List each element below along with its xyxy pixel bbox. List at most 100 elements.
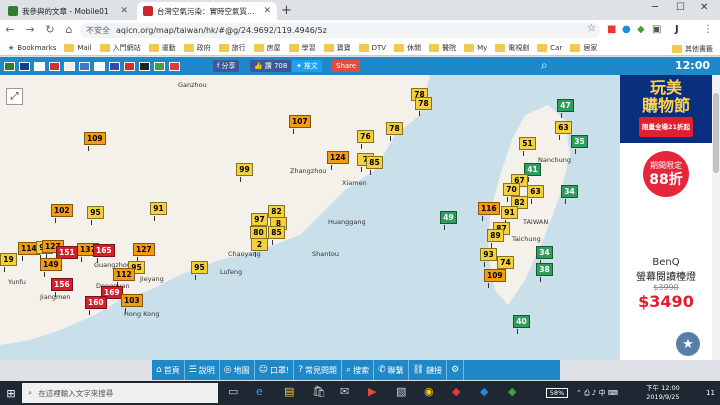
flag-icon[interactable] [124, 61, 135, 71]
aqi-station-marker[interactable]: 38 [536, 263, 553, 282]
task-view-icon[interactable]: ▭ [228, 385, 238, 398]
aqi-station-marker[interactable]: 19 [0, 253, 17, 272]
aqi-station-marker[interactable]: 95 [87, 206, 104, 225]
flag-icon[interactable] [79, 61, 90, 71]
bookmark-folder[interactable]: 電視劇 [495, 43, 529, 53]
battery-indicator[interactable]: 58% [546, 388, 568, 398]
aqi-station-marker[interactable]: 165 [93, 244, 115, 263]
aqi-station-marker[interactable]: 102 [51, 204, 73, 223]
aqi-station-marker[interactable]: 78 [415, 97, 432, 116]
aqi-station-marker[interactable]: 95 [191, 261, 208, 280]
fullscreen-button[interactable]: ⤢ [6, 88, 23, 105]
mail-icon[interactable]: ✉ [340, 385, 349, 398]
bookmark-folder[interactable]: 房屋 [253, 43, 281, 53]
aqi-station-marker[interactable]: 112 [113, 268, 135, 287]
extension-icon[interactable]: ● [622, 24, 631, 35]
media-icon[interactable]: ▶ [368, 385, 376, 398]
app-icon[interactable]: ◆ [452, 385, 460, 398]
tab-aqicn[interactable]: 台灣空氣污染：實時空氣質量指數地 ✕ [137, 2, 277, 20]
menu-icon[interactable]: ⋮ [703, 24, 713, 35]
bottom-nav-item[interactable]: ◎ 地圖 [220, 360, 255, 380]
bookmark-folder[interactable]: 居家 [570, 43, 597, 53]
aqi-station-marker[interactable]: 74 [497, 256, 514, 275]
favorite-star-button[interactable]: ★ [676, 332, 700, 356]
aqi-station-marker[interactable]: 70 [503, 183, 520, 202]
flag-icon[interactable] [49, 61, 60, 71]
bottom-nav-item[interactable]: ? 常見問題 [294, 360, 343, 380]
maximize-icon[interactable]: ☐ [676, 2, 685, 13]
aqi-station-marker[interactable]: 2 [251, 238, 268, 257]
bottom-nav-item[interactable]: ⛓ 鏈接 [409, 360, 448, 380]
taskbar-search-input[interactable]: ⌕ 在這裡輸入文字來搜尋 [22, 383, 218, 403]
app-icon[interactable]: ◆ [508, 385, 516, 398]
aqi-station-marker[interactable]: 35 [571, 135, 588, 154]
flag-icon[interactable] [94, 61, 105, 71]
bottom-nav-item[interactable]: ✆ 聯繫 [374, 360, 409, 380]
bottom-nav-item[interactable]: ⚙ [447, 360, 465, 380]
edge-icon[interactable]: e [256, 385, 263, 398]
aqi-station-marker[interactable]: 76 [357, 130, 374, 149]
aqi-station-marker[interactable]: 89 [487, 229, 504, 248]
aqi-station-marker[interactable]: 107 [289, 115, 311, 134]
notification-badge[interactable]: 11 [706, 389, 715, 397]
aqi-station-marker[interactable]: 63 [527, 185, 544, 204]
bottom-nav-item[interactable]: ⌕ 搜索 [342, 360, 375, 380]
file-explorer-icon[interactable]: ▤ [284, 385, 294, 398]
bottom-nav-item[interactable]: ⌂ 首頁 [152, 360, 185, 380]
extension-icon[interactable]: ■ [607, 24, 616, 35]
aqi-station-marker[interactable]: 63 [555, 121, 572, 140]
aqi-station-marker[interactable]: 109 [84, 132, 106, 151]
aqi-station-marker[interactable]: 34 [536, 246, 553, 265]
aqi-station-marker[interactable]: 127 [133, 243, 155, 262]
aqi-station-marker[interactable]: 51 [519, 137, 536, 156]
not-secure-label[interactable]: 不安全 [86, 25, 110, 36]
search-icon[interactable]: ⌕ [541, 58, 548, 73]
aqi-station-marker[interactable]: 99 [236, 163, 253, 182]
extension-icon[interactable]: ◆ [637, 24, 645, 35]
profile-avatar[interactable]: J [675, 24, 679, 35]
bookmark-item[interactable]: ★ Bookmarks [8, 44, 56, 52]
bookmark-folder[interactable]: 寶寶 [323, 43, 351, 53]
back-icon[interactable]: ← [2, 23, 18, 36]
flag-icon[interactable] [169, 61, 180, 71]
share-button[interactable]: Share [332, 60, 361, 72]
home-icon[interactable]: ⌂ [61, 23, 77, 36]
flag-icon[interactable] [4, 61, 15, 71]
minimize-icon[interactable]: ─ [652, 2, 658, 13]
aqi-station-marker[interactable]: 103 [121, 294, 143, 313]
aqi-station-marker[interactable]: 91 [501, 206, 518, 225]
bookmark-folder[interactable]: Mail [64, 43, 92, 52]
aqi-station-marker[interactable]: 47 [557, 99, 574, 118]
aqi-station-marker[interactable]: 85 [268, 226, 285, 245]
aqi-station-marker[interactable]: 34 [561, 185, 578, 204]
aqi-station-marker[interactable]: 124 [327, 151, 349, 170]
bookmark-folder[interactable]: DTV [358, 43, 386, 52]
extension-icon[interactable]: ▣ [652, 24, 661, 35]
aqi-map[interactable]: ⤢ Ganzhou Zhangzhou Xiamen Huanggang Shantou… [0, 75, 620, 360]
flag-icon[interactable] [19, 61, 30, 71]
aqi-station-marker[interactable]: 160 [85, 296, 107, 315]
reload-icon[interactable]: ↻ [42, 23, 58, 36]
scrollbar-thumb[interactable] [713, 93, 719, 173]
bookmark-folder-other[interactable]: 其他書籤 [672, 44, 713, 54]
flag-icon[interactable] [34, 61, 45, 71]
bookmark-folder[interactable]: My [464, 43, 487, 52]
aqi-station-marker[interactable]: 149 [40, 258, 62, 277]
bookmark-folder[interactable]: 運動 [148, 43, 176, 53]
aqi-station-marker[interactable]: 40 [513, 315, 530, 334]
tray-icons[interactable]: ⌃ ⎙ ♪ 中 ⌨ [576, 388, 618, 398]
close-icon[interactable]: ✕ [120, 6, 128, 16]
taskbar-clock[interactable]: 下午 12:00 2019/9/25 [646, 384, 680, 402]
store-icon[interactable]: 🛍 [312, 385, 326, 398]
aqi-station-marker[interactable]: 78 [386, 122, 403, 141]
bottom-nav-item[interactable]: ☰ 說明 [185, 360, 220, 380]
new-tab-icon[interactable]: + [281, 3, 292, 18]
windows-start-icon[interactable]: ⊞ [0, 381, 22, 405]
bookmark-folder[interactable]: 政府 [183, 43, 211, 53]
flag-icon[interactable] [154, 61, 165, 71]
facebook-like-button[interactable]: 👍 讚 708 [250, 60, 292, 72]
aqi-station-marker[interactable]: 91 [150, 202, 167, 221]
flag-icon[interactable] [139, 61, 150, 71]
bookmark-folder[interactable]: 醫院 [429, 43, 456, 53]
app-icon[interactable]: ◆ [480, 385, 488, 398]
